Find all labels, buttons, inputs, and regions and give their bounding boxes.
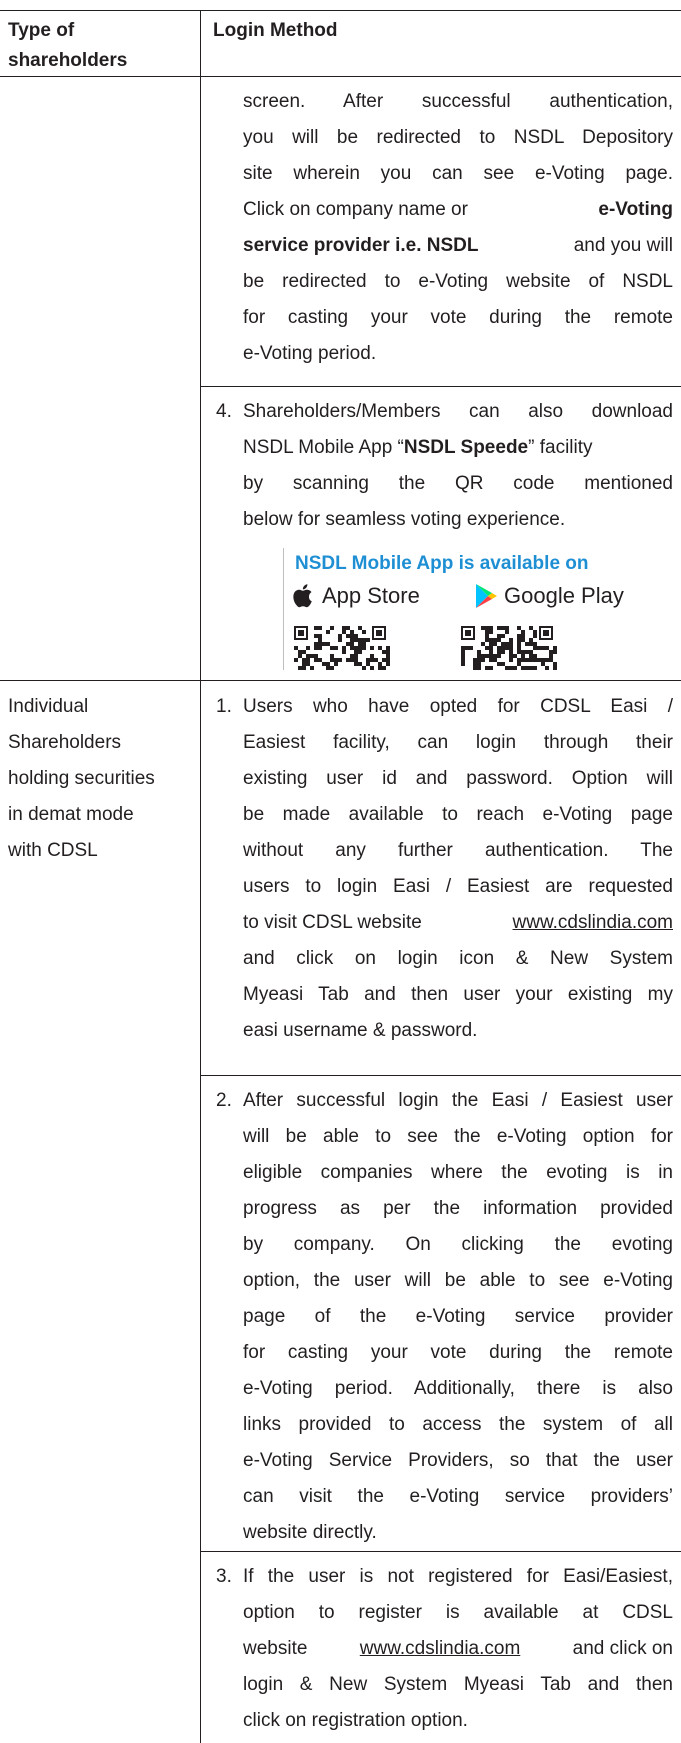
text-line: option to register is available at CDSL [243, 1602, 673, 1623]
text-line: e-Voting period. Additionally, there is … [243, 1378, 673, 1399]
text-line: without any further authentication. The [243, 840, 673, 861]
text-line: to visit CDSL website www.cdslindia.com [243, 905, 673, 941]
qr-code-icon [294, 626, 390, 670]
text-line: site wherein you can see e-Voting page. [243, 163, 673, 184]
app-store-label: App Store [322, 583, 420, 608]
apple-icon [293, 584, 312, 608]
text-line: NSDL Mobile App “NSDL Speede” facility [243, 430, 673, 466]
text-line: by scanning the QR code mentioned [243, 473, 673, 494]
text-line: by company. On clicking the evoting [243, 1234, 673, 1255]
text-line: links provided to access the system of a… [243, 1414, 673, 1435]
cdsl-website-link[interactable]: www.cdslindia.com [513, 905, 674, 941]
text-line: be redirected to e-Voting website of NSD… [243, 271, 673, 292]
row-rule [200, 1551, 681, 1552]
text-line: and click on login icon & New System [243, 948, 673, 969]
item-number: 3. [216, 1566, 232, 1587]
text-line: be made available to reach e-Voting page [243, 804, 673, 825]
bold-text: e-Voting [598, 199, 673, 220]
header-type-line2: shareholders [8, 50, 128, 71]
text-line: for casting your vote during the remote [243, 1342, 673, 1363]
table-top-rule [0, 10, 681, 11]
row-rule [200, 386, 681, 387]
item-number: 4. [216, 401, 232, 422]
text-line: can visit the e-Voting service providers… [243, 1486, 673, 1507]
text-line: users to login Easi / Easiest are reques… [243, 876, 673, 897]
cdsl-website-link[interactable]: www.cdslindia.com [360, 1631, 521, 1667]
text-line: for casting your vote during the remote [243, 307, 673, 328]
type-line: with CDSL [8, 840, 98, 861]
app-availability-title: NSDL Mobile App is available on [295, 553, 589, 574]
header-rule [0, 76, 681, 77]
text-line: easi username & password. [243, 1020, 478, 1041]
text-line: e-Voting period. [243, 343, 377, 364]
text-line: Click on company name or e-Voting [243, 192, 673, 228]
item-number: 1. [216, 696, 232, 717]
text-line: below for seamless voting experience. [243, 509, 566, 530]
bold-text: service provider i.e. NSDL [243, 235, 479, 256]
text-line: Shareholders/Members can also download [243, 401, 673, 422]
text-fragment: to visit CDSL website [243, 912, 422, 933]
text-line: Myeasi Tab and then user your existing m… [243, 984, 673, 1005]
text-fragment: and you will [573, 235, 673, 256]
text-line: eligible companies where the evoting is … [243, 1162, 673, 1183]
app-store-badge[interactable]: App Store [292, 583, 420, 609]
qr-code-icon [461, 626, 557, 670]
text-line: existing user id and password. Option wi… [243, 768, 673, 789]
text-line: website www.cdslindia.com and click on [243, 1631, 673, 1667]
page: Type of shareholders Login Method screen… [0, 0, 681, 1743]
text-fragment: website [243, 1638, 308, 1659]
text-line: will be able to see the e-Voting option … [243, 1126, 673, 1147]
column-divider [200, 10, 201, 1743]
row-rule [0, 680, 681, 681]
text-line: After successful login the Easi / Easies… [243, 1090, 673, 1111]
text-line: If the user is not registered for Easi/E… [243, 1566, 673, 1587]
header-login-method: Login Method [213, 20, 338, 41]
text-line: website directly. [243, 1522, 377, 1543]
text-line: page of the e-Voting service provider [243, 1306, 673, 1327]
text-line: option, the user will be able to see e-V… [243, 1270, 673, 1291]
type-line: in demat mode [8, 804, 134, 825]
text-fragment: ” facility [528, 437, 593, 458]
type-line: holding securities [8, 768, 155, 789]
row-rule [200, 1075, 681, 1076]
type-line: Individual [8, 696, 89, 717]
text-line: progress as per the information provided [243, 1198, 673, 1219]
text-fragment: and click on [572, 1638, 673, 1659]
text-line: e-Voting Service Providers, so that the … [243, 1450, 673, 1471]
text-line: click on registration option. [243, 1710, 468, 1731]
google-play-label: Google Play [504, 583, 624, 608]
google-play-icon [476, 584, 497, 608]
bold-text: NSDL Speede [403, 437, 529, 458]
header-type-line1: Type of [8, 20, 75, 41]
text-fragment: NSDL Mobile App “ [243, 437, 404, 458]
text-line: login & New System Myeasi Tab and then [243, 1674, 673, 1695]
type-line: Shareholders [8, 732, 122, 753]
text-line: screen. After successful authentication, [243, 91, 673, 112]
text-line: you will be redirected to NSDL Depositor… [243, 127, 673, 148]
text-fragment: Click on company name or [243, 199, 468, 220]
text-line: Easiest facility, can login through thei… [243, 732, 673, 753]
google-play-badge[interactable]: Google Play [474, 583, 624, 609]
text-fragment: NSDL Mobile App “NSDL Speede” facility [243, 430, 593, 466]
item-number: 2. [216, 1090, 232, 1111]
text-line: service provider i.e. NSDL and you will [243, 228, 673, 264]
text-line: Users who have opted for CDSL Easi / [243, 696, 673, 717]
